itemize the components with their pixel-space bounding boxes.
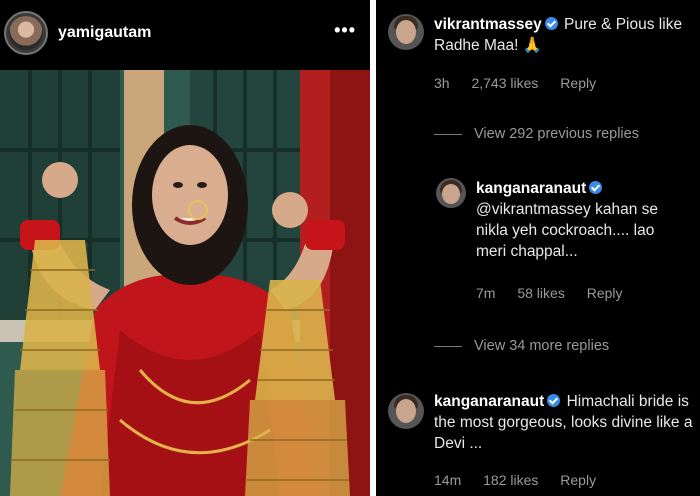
avatar-image <box>9 16 43 50</box>
post-photo[interactable] <box>0 70 370 496</box>
comment-time: 14m <box>434 472 462 488</box>
avatar-face <box>396 399 416 423</box>
avatar[interactable] <box>436 178 466 208</box>
comment-meta: 7m 58 likes Reply <box>476 285 641 301</box>
verified-badge-icon <box>547 394 561 407</box>
avatar[interactable] <box>388 14 424 50</box>
thread-line <box>434 345 462 347</box>
comment-time: 3h <box>434 75 450 91</box>
comment-item: vikrantmassey Pure & Pious like Radhe Ma… <box>376 0 700 110</box>
comment-likes[interactable]: 58 likes <box>517 285 564 301</box>
comment-username[interactable]: kanganaranaut <box>476 180 586 197</box>
comment-likes[interactable]: 2,743 likes <box>471 75 538 91</box>
instagram-post-panel: yamigautam ••• <box>0 0 370 496</box>
comment-text-block: kanganaranaut @vikrantmassey kahan se ni… <box>476 178 688 262</box>
comment-username[interactable]: kanganaranaut <box>434 393 544 410</box>
avatar[interactable] <box>388 393 424 429</box>
comment-item: kanganaranaut @vikrantmassey kahan se ni… <box>376 170 700 310</box>
comment-text-block: kanganaranaut Himachali bride is the mos… <box>434 391 696 454</box>
comment-meta: 3h 2,743 likes Reply <box>434 75 614 91</box>
thread-line <box>434 133 462 135</box>
reply-button[interactable]: Reply <box>560 75 596 91</box>
reply-button[interactable]: Reply <box>587 285 623 301</box>
comment-item: kanganaranaut Himachali bride is the mos… <box>376 385 700 496</box>
verified-badge-icon <box>544 17 558 30</box>
comment-time: 7m <box>476 285 496 301</box>
view-previous-replies[interactable]: View 292 previous replies <box>434 126 639 142</box>
comment-body: @vikrantmassey kahan se nikla yeh cockro… <box>476 201 659 260</box>
view-more-replies[interactable]: View 34 more replies <box>434 338 609 354</box>
view-more-label: View 34 more replies <box>474 338 610 354</box>
view-previous-label: View 292 previous replies <box>474 126 639 142</box>
avatar-face <box>442 184 460 204</box>
comment-username[interactable]: vikrantmassey <box>434 16 542 33</box>
verified-badge-icon <box>589 181 603 194</box>
comments-panel: vikrantmassey Pure & Pious like Radhe Ma… <box>376 0 700 496</box>
more-options-icon[interactable]: ••• <box>334 20 356 41</box>
post-avatar[interactable] <box>4 11 48 55</box>
comment-meta: 14m 182 likes Reply <box>434 472 614 488</box>
comment-likes[interactable]: 182 likes <box>483 472 538 488</box>
comment-text-block: vikrantmassey Pure & Pious like Radhe Ma… <box>434 14 696 56</box>
avatar-face <box>396 20 416 44</box>
reply-button[interactable]: Reply <box>560 472 596 488</box>
post-username[interactable]: yamigautam <box>58 24 151 42</box>
post-header: yamigautam ••• <box>0 0 370 66</box>
